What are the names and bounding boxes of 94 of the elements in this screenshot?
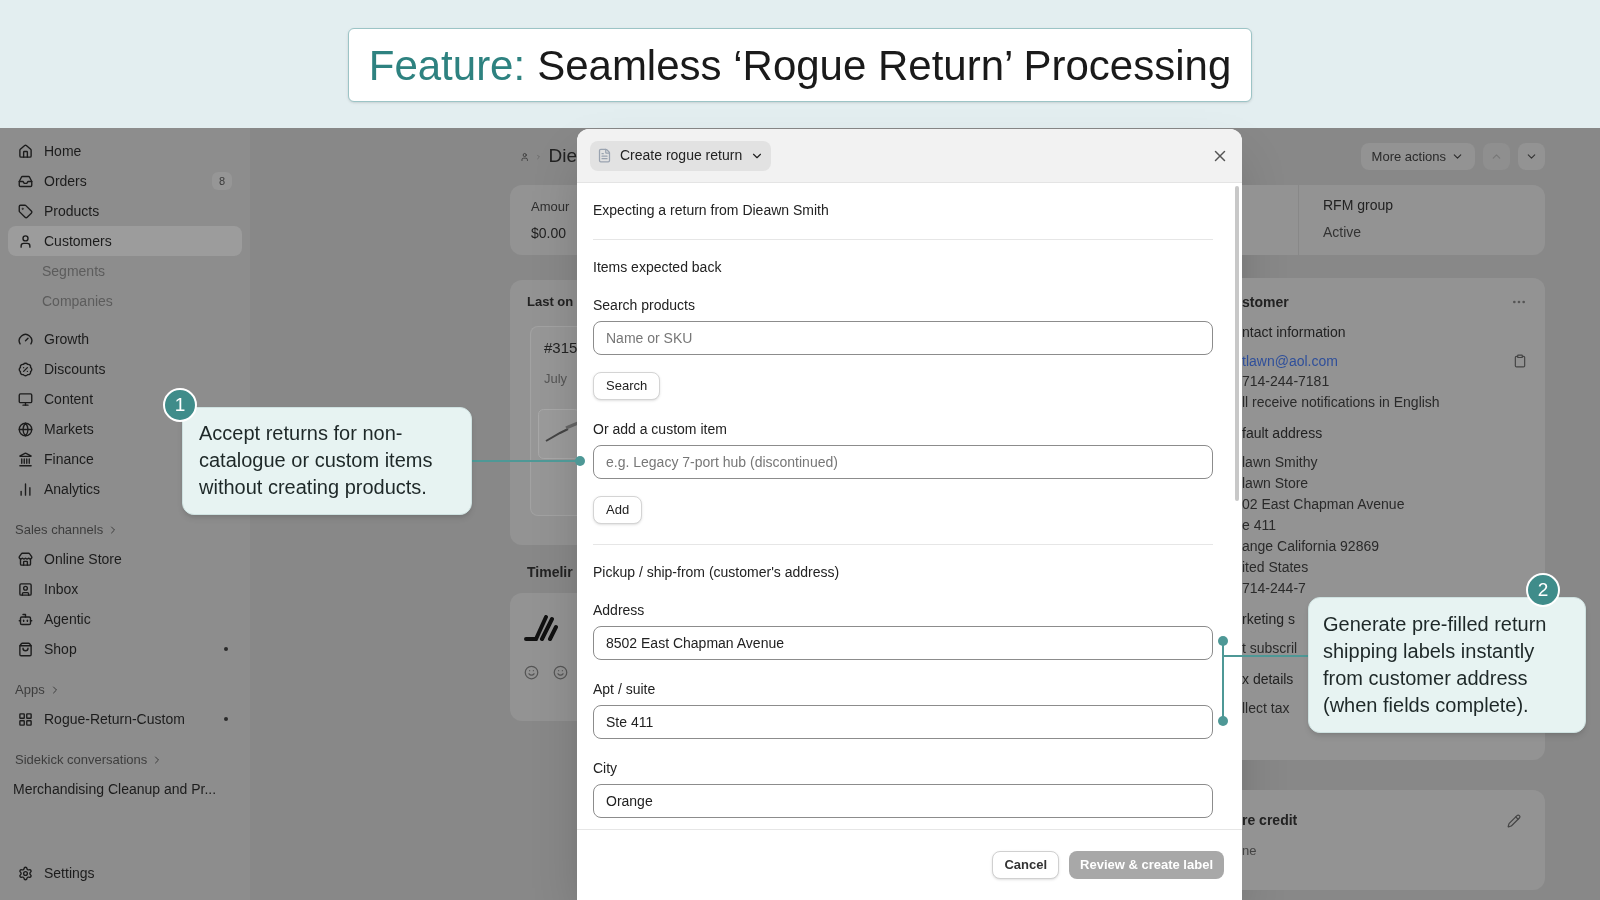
detail-text: lawn Smithy — [1242, 453, 1318, 472]
sidebar-item[interactable]: Markets — [8, 414, 104, 444]
inbox-tray-icon — [18, 173, 33, 189]
person-icon — [18, 233, 33, 249]
sidebar-item[interactable]: Online Store — [8, 544, 132, 574]
feature-label: Feature: — [368, 40, 526, 91]
detail-text: t subscril — [1242, 639, 1298, 658]
sidebar-item[interactable]: Inbox — [8, 574, 89, 604]
section-heading: rketing s — [1242, 610, 1295, 629]
section-heading: fault address — [1242, 424, 1323, 443]
smiley-icon[interactable] — [553, 665, 568, 680]
cancel-button[interactable]: Cancel — [992, 850, 1060, 879]
field-label: Apt / suite — [593, 680, 657, 698]
callout-card: Generate pre-filled return shipping labels instantly from customer address (when fields complete). — [1308, 597, 1586, 733]
body-text: Expecting a return from Dieawn Smith — [593, 201, 830, 219]
detail-text: 714-244-7181 — [1242, 372, 1330, 391]
secondary-button[interactable]: Add — [593, 496, 643, 524]
detail-text: ll receive notifications in English — [1242, 393, 1440, 412]
scrollbar[interactable] — [1235, 186, 1239, 501]
tag-icon — [18, 203, 33, 219]
input-field[interactable]: Orange — [593, 784, 1213, 818]
conversation-item[interactable]: Merchandising Cleanup and Pr... — [8, 774, 242, 804]
input-field[interactable]: Ste 411 — [593, 705, 1213, 739]
amount-label: Amour — [531, 198, 571, 216]
order-date: July — [544, 370, 569, 388]
sidebar-item[interactable]: Discounts — [8, 354, 116, 384]
secondary-button[interactable]: Search — [593, 372, 661, 400]
bar-chart-icon — [18, 481, 33, 497]
section-label: Sidekick conversations — [15, 751, 148, 770]
monitor-icon — [18, 391, 33, 407]
person-square-icon — [18, 581, 33, 597]
detail-text: ange California 92869 — [1242, 537, 1379, 556]
customer-name: Die — [548, 144, 577, 169]
order-number: #315 — [544, 337, 577, 358]
settings-icon — [18, 865, 33, 881]
action-dropdown[interactable]: Create rogue return — [590, 140, 772, 171]
robot-icon — [18, 611, 33, 627]
sidebar-item[interactable]: Settings — [8, 858, 242, 888]
globe-icon — [18, 421, 33, 437]
smiley-icon[interactable] — [524, 665, 539, 680]
credit-value: ne — [1242, 842, 1258, 860]
section-heading: x details — [1242, 670, 1294, 689]
clipboard-icon[interactable] — [1513, 354, 1527, 368]
rfm-label: RFM group — [1323, 196, 1394, 215]
amount-value: $0.00 — [531, 223, 568, 243]
field-label: Search products — [593, 296, 696, 314]
body-text: Pickup / ship-from (customer's address) — [593, 563, 841, 581]
detail-text: llect tax — [1242, 699, 1290, 718]
detail-text: lawn Store — [1242, 474, 1309, 493]
sidebar-item[interactable]: Analytics — [8, 474, 111, 504]
more-actions-button[interactable]: More actions — [1360, 143, 1475, 170]
body-text: Items expected back — [593, 258, 723, 276]
sidebar-item[interactable]: Shop — [8, 634, 242, 664]
bank-icon — [18, 451, 33, 467]
sidebar-item[interactable]: Orders 8 — [8, 166, 242, 196]
sidebar-item[interactable]: Products — [8, 196, 110, 226]
input-field[interactable]: Name or SKU — [593, 321, 1213, 355]
document-icon — [597, 148, 612, 163]
sidebar-item[interactable]: Customers — [8, 226, 242, 256]
section-label: Sales channels — [15, 521, 104, 540]
detail-text: 02 East Chapman Avenue — [1242, 495, 1405, 514]
section-label: Apps — [15, 681, 45, 700]
product-thumbnail-drawing — [538, 408, 580, 459]
order-card[interactable]: #315 July — [530, 325, 577, 516]
pencil-icon[interactable] — [1507, 813, 1521, 828]
rfm-value: Active — [1323, 223, 1363, 242]
feature-title: Seamless ‘Rogue Return’ Processing — [537, 40, 1232, 91]
sidebar-item[interactable]: Growth — [8, 324, 100, 354]
section-title: Timelir — [526, 563, 574, 582]
card-title: re credit — [1242, 811, 1298, 830]
card-title: stomer — [1242, 292, 1289, 312]
detail-text: e 411 — [1242, 516, 1276, 535]
section-heading: ntact information — [1242, 323, 1346, 342]
input-field[interactable]: 8502 East Chapman Avenue — [593, 626, 1213, 660]
field-label: Address — [593, 601, 646, 619]
field-label: Or add a custom item — [593, 420, 728, 438]
field-label: City — [593, 759, 619, 777]
sidebar-item[interactable]: Rogue-Return-Custom — [8, 704, 242, 734]
gauge-icon — [18, 331, 33, 347]
grid-icon — [18, 711, 33, 727]
card-title: Last on — [527, 293, 575, 311]
sidebar-item[interactable]: Agentic — [8, 604, 101, 634]
detail-text: ited States — [1242, 558, 1309, 577]
email-link[interactable]: tlawn@aol.com — [1242, 350, 1338, 372]
sidebar-item[interactable]: Home — [8, 136, 92, 166]
input-field[interactable]: e.g. Legacy 7-port hub (discontinued) — [593, 445, 1213, 479]
sidebar-item[interactable]: Content — [8, 384, 104, 414]
count-badge: 8 — [211, 171, 232, 191]
sidebar-item[interactable]: Finance — [8, 444, 104, 474]
percent-badge-icon — [18, 361, 33, 377]
home-icon — [18, 143, 33, 159]
store-icon — [18, 551, 33, 567]
shopping-bag-icon — [18, 641, 33, 657]
detail-text: 714-244-7 — [1242, 579, 1306, 598]
